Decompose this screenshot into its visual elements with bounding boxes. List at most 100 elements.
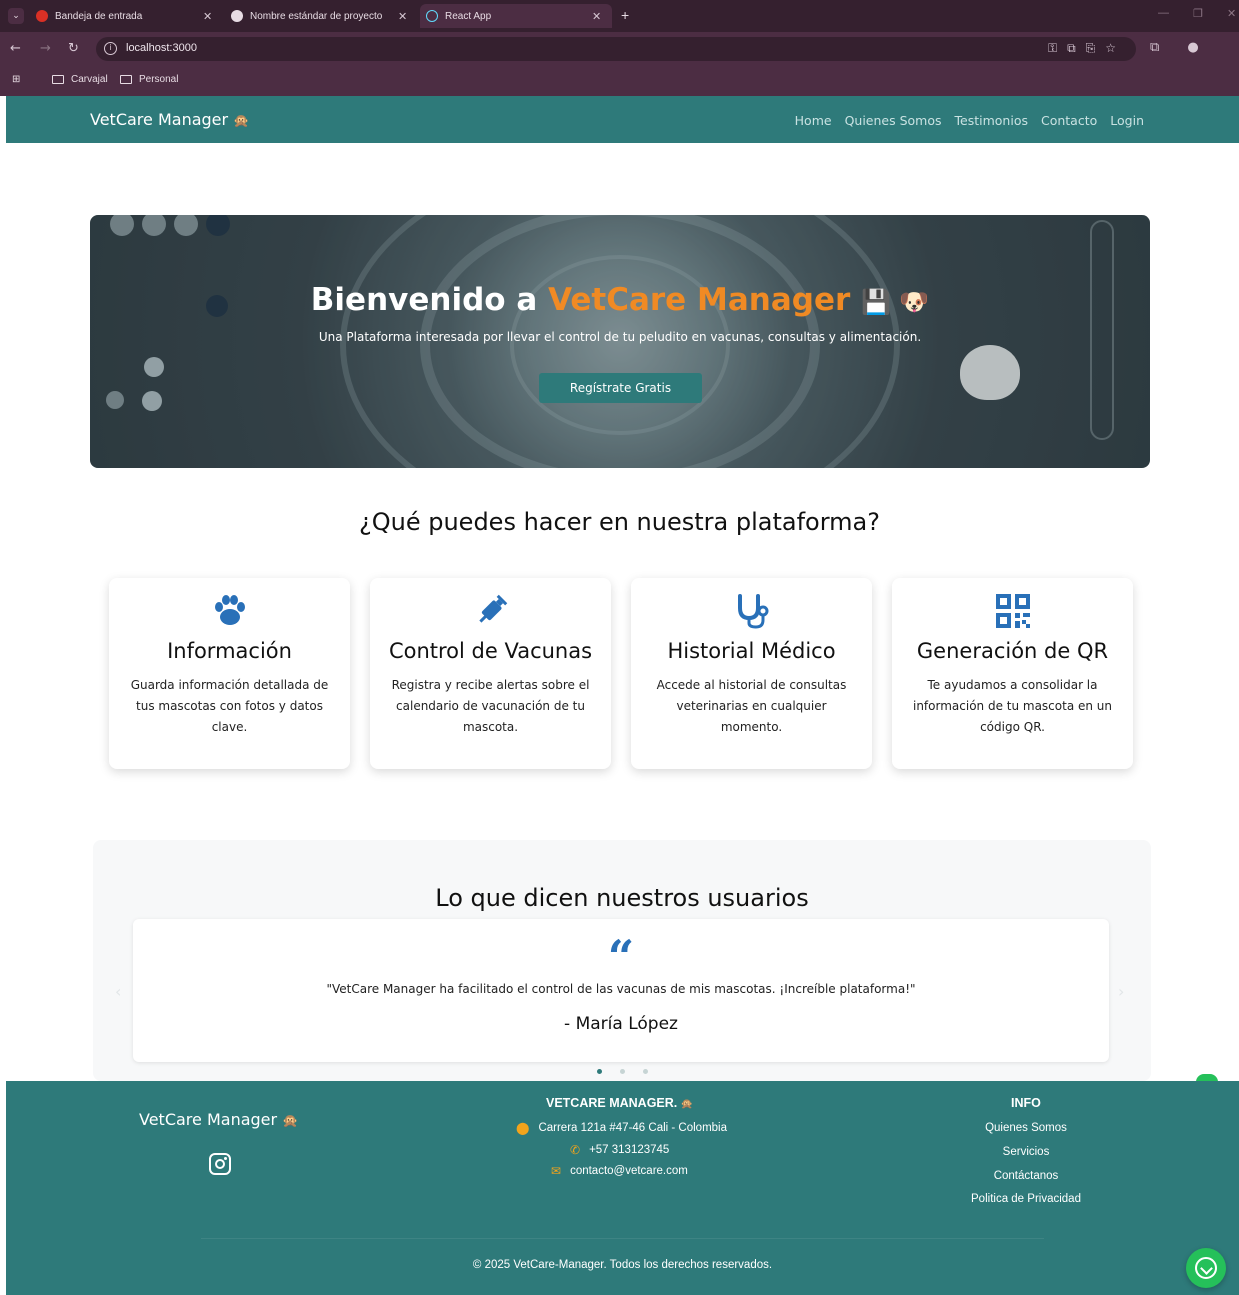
carousel-dot[interactable] — [596, 1069, 602, 1074]
close-tab-icon[interactable]: ✕ — [592, 10, 601, 23]
feature-card-historial: Historial Médico Accede al historial de … — [631, 578, 872, 769]
gmail-icon — [36, 10, 48, 22]
email-text[interactable]: contacto@vetcare.com — [570, 1165, 688, 1177]
tab-title: Bandeja de entrada — [55, 10, 143, 22]
restore-window-icon[interactable]: ❐ — [1193, 7, 1203, 20]
close-tab-icon[interactable]: ✕ — [203, 10, 212, 23]
monkey-emoji-icon: 🙊 — [282, 1114, 299, 1129]
nav-link-home[interactable]: Home — [795, 113, 832, 128]
browser-toolbar: ← → ↻ i localhost:3000 ⚿⧉⎘☆ ⧉ ● — [0, 32, 1239, 66]
address-text: Carrera 121a #47-46 Cali - Colombia — [538, 1122, 728, 1134]
footer-link-privacidad[interactable]: Politica de Privacidad — [946, 1193, 1106, 1205]
close-window-icon[interactable]: ✕ — [1227, 7, 1236, 20]
page: ⌄ Bandeja de entrada ✕ Nombre estándar d… — [0, 0, 1239, 1295]
footer-phone: ✆ +57 313123745 — [570, 1143, 669, 1157]
site-footer: VetCare Manager 🙊 VETCARE MANAGER. 🙊 ⬤ C… — [6, 1081, 1239, 1295]
navbar-brand[interactable]: VetCare Manager 🙊 — [90, 110, 249, 129]
feature-title: Generación de QR — [916, 639, 1109, 663]
bookmark-folder-carvajal[interactable]: Carvajal — [52, 74, 108, 85]
browser-tab-gmail[interactable]: Bandeja de entrada ✕ — [36, 4, 216, 28]
feature-title: Historial Médico — [667, 639, 836, 663]
hero-title-accent: VetCare Manager — [548, 282, 851, 318]
site-navbar: VetCare Manager 🙊 Home Quienes Somos Tes… — [6, 96, 1239, 143]
url-text: localhost:3000 — [126, 42, 197, 54]
browser-tab-project[interactable]: Nombre estándar de proyecto ✕ — [231, 4, 416, 28]
footer-divider — [201, 1238, 1044, 1239]
testimonial-card: “ "VetCare Manager ha facilitado el cont… — [133, 919, 1109, 1062]
footer-link-contactanos[interactable]: Contáctanos — [946, 1170, 1106, 1182]
nav-link-quienes-somos[interactable]: Quienes Somos — [845, 113, 942, 128]
footer-link-servicios[interactable]: Servicios — [946, 1146, 1106, 1158]
footer-company-name: VETCARE MANAGER. — [546, 1096, 678, 1110]
bookmarks-bar: ⊞ Carvajal Personal — [0, 66, 1239, 96]
nav-link-contacto[interactable]: Contacto — [1041, 113, 1097, 128]
carousel-next-icon[interactable]: › — [1118, 982, 1124, 1001]
envelope-icon: ✉ — [551, 1164, 562, 1178]
extensions-icon[interactable]: ⧉ ● — [1150, 40, 1211, 55]
react-icon — [426, 10, 438, 22]
monkey-emoji-icon: 🙊 — [680, 1099, 694, 1110]
whatsapp-button[interactable] — [1186, 1248, 1226, 1288]
back-icon[interactable]: ← — [10, 41, 21, 56]
apps-grid-icon[interactable]: ⊞ — [12, 74, 20, 85]
monkey-emoji-icon: 🙊 — [233, 114, 250, 129]
phone-icon: ✆ — [570, 1143, 581, 1157]
nav-links: Home Quienes Somos Testimonios Contacto … — [795, 113, 1144, 128]
tab-search-menu-icon[interactable]: ⌄ — [8, 8, 24, 24]
feature-description: Guarda información detallada de tus masc… — [130, 678, 329, 734]
brand-name: VetCare Manager — [90, 110, 229, 129]
feature-card-vacunas: Control de Vacunas Registra y recibe ale… — [370, 578, 611, 769]
qr-code-icon — [892, 592, 1133, 628]
globe-icon — [231, 10, 243, 22]
footer-address: ⬤ Carrera 121a #47-46 Cali - Colombia — [516, 1121, 727, 1135]
hero-title: Bienvenido a VetCare Manager 💾 🐶 — [90, 282, 1150, 318]
stethoscope-icon — [631, 592, 872, 629]
browser-tab-react-app[interactable]: React App ✕ — [420, 4, 612, 28]
testimonial-quote: "VetCare Manager ha facilitado el contro… — [326, 982, 916, 996]
feature-description: Accede al historial de consultas veterin… — [656, 678, 847, 734]
feature-description: Te ayudamos a consolidar la información … — [912, 678, 1113, 734]
address-bar-actions[interactable]: ⚿⧉⎘☆ — [1048, 41, 1126, 56]
feature-description: Registra y recibe alertas sobre el calen… — [391, 678, 590, 734]
footer-link-quienes-somos[interactable]: Quienes Somos — [946, 1122, 1106, 1134]
register-free-button[interactable]: Regístrate Gratis — [539, 373, 702, 403]
carousel-dot[interactable] — [619, 1069, 625, 1074]
bookmark-label: Carvajal — [71, 74, 108, 85]
phone-text: +57 313123745 — [589, 1144, 670, 1156]
folder-icon — [52, 75, 64, 84]
feature-card-qr: Generación de QR Te ayudamos a consolida… — [892, 578, 1133, 769]
minimize-window-icon[interactable]: — — [1158, 7, 1169, 19]
footer-email: ✉ contacto@vetcare.com — [551, 1164, 688, 1178]
new-tab-button[interactable]: + — [621, 7, 629, 23]
bookmark-folder-personal[interactable]: Personal — [120, 74, 178, 85]
syringe-icon — [370, 592, 611, 628]
nav-link-login[interactable]: Login — [1110, 113, 1144, 128]
feature-title: Información — [167, 639, 292, 663]
whatsapp-icon — [1195, 1257, 1217, 1279]
footer-info-title: INFO — [1011, 1096, 1041, 1110]
location-pin-icon: ⬤ — [516, 1121, 530, 1135]
address-bar[interactable]: i localhost:3000 ⚿⧉⎘☆ — [96, 37, 1136, 61]
features-title: ¿Qué puedes hacer en nuestra plataforma? — [359, 508, 880, 536]
carousel-indicators — [93, 1069, 1151, 1074]
footer-brand: VetCare Manager 🙊 — [139, 1110, 298, 1129]
carousel-prev-icon[interactable]: ‹ — [115, 982, 121, 1001]
browser-tab-strip: ⌄ Bandeja de entrada ✕ Nombre estándar d… — [0, 0, 1239, 32]
testimonials-title: Lo que dicen nuestros usuarios — [435, 884, 809, 912]
hero-title-emojis: 💾 🐶 — [861, 288, 930, 316]
quote-icon: “ — [607, 930, 635, 984]
paw-icon — [109, 592, 350, 628]
carousel-dot[interactable] — [642, 1069, 648, 1074]
hero-subtitle: Una Plataforma interesada por llevar el … — [318, 330, 922, 344]
nav-link-testimonios[interactable]: Testimonios — [955, 113, 1028, 128]
tab-title: React App — [445, 10, 492, 22]
folder-icon — [120, 75, 132, 84]
close-tab-icon[interactable]: ✕ — [398, 10, 407, 23]
site-info-icon[interactable]: i — [104, 42, 117, 55]
footer-company-title: VETCARE MANAGER. 🙊 — [546, 1096, 693, 1110]
reload-icon[interactable]: ↻ — [68, 41, 79, 56]
forward-icon[interactable]: → — [40, 41, 51, 56]
instagram-icon[interactable] — [209, 1153, 231, 1175]
bookmark-label: Personal — [139, 74, 179, 85]
feature-card-informacion: Información Guarda información detallada… — [109, 578, 350, 769]
